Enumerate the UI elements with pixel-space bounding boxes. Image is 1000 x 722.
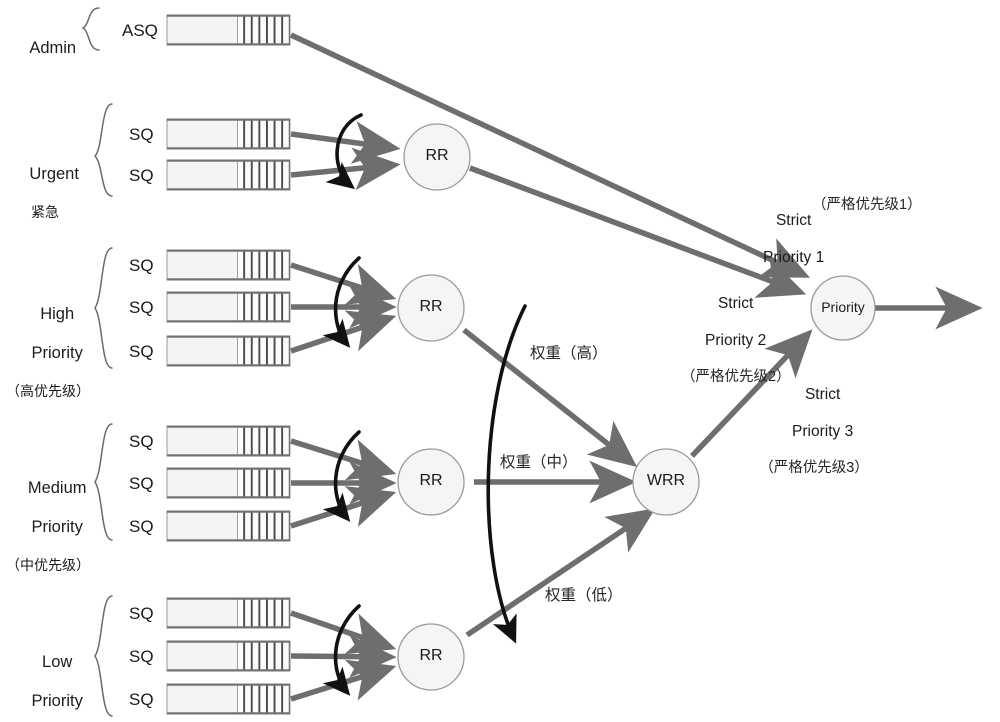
- queue-label-low-3: SQ: [129, 690, 154, 709]
- brace-admin: [81, 7, 100, 51]
- queue-medium-2: [166, 467, 291, 499]
- queue-urgent-1: [166, 118, 291, 150]
- queue-label-medium-2: SQ: [129, 474, 154, 493]
- queue-high-3: [166, 335, 291, 367]
- queue-medium-3: [166, 510, 291, 542]
- queue-low-1: [166, 597, 291, 629]
- brace-high: [94, 247, 113, 369]
- round-robin-curves: [322, 113, 527, 696]
- queue-label-low-2: SQ: [129, 647, 154, 666]
- group-label-low-en1: Low: [42, 653, 73, 672]
- node-label-priority: Priority: [821, 299, 865, 315]
- group-label-low-en2: Priority: [31, 692, 83, 711]
- group-label-admin-en: Admin: [29, 39, 77, 58]
- group-label-medium-en2: Priority: [31, 518, 83, 537]
- group-label-urgent: Urgent 紧急: [4, 146, 86, 260]
- diagram-canvas: Admin Urgent 紧急 High Priority （高优先级） Med…: [0, 0, 1000, 722]
- strict-priority-1-line2: Priority 1: [763, 248, 825, 266]
- queue-label-high-1: SQ: [129, 256, 154, 275]
- group-label-medium-cn: （中优先级）: [6, 557, 90, 574]
- strict-priority-2-line2: Priority 2: [705, 331, 767, 349]
- group-label-high-cn: （高优先级）: [6, 383, 90, 400]
- queue-label-high-2: SQ: [129, 298, 154, 317]
- edge-label-weight-medium: 权重（中）: [500, 454, 578, 471]
- queue-low-2: [166, 640, 291, 672]
- queue-label-low-1: SQ: [129, 604, 154, 623]
- node-label-rr-urgent: RR: [425, 147, 449, 164]
- group-label-high-en2: Priority: [31, 344, 83, 363]
- brace-medium: [94, 423, 113, 541]
- edge-label-weight-high: 权重（高）: [530, 345, 608, 362]
- queue-label-medium-3: SQ: [129, 517, 154, 536]
- edge-urgent1-to-rr: [290, 121, 401, 164]
- queue-label-urgent-1: SQ: [129, 125, 154, 144]
- group-label-high: High Priority （高优先级）: [0, 286, 96, 439]
- group-label-medium: Medium Priority （中优先级）: [0, 460, 96, 613]
- queue-high-2: [166, 291, 291, 323]
- rr-curve-urgent: [325, 113, 363, 190]
- group-label-urgent-en: Urgent: [29, 165, 79, 184]
- node-label-rr-low: RR: [419, 647, 443, 664]
- group-label-urgent-cn: 紧急: [31, 204, 59, 221]
- group-label-high-en1: High: [40, 305, 75, 324]
- queue-urgent-2: [166, 159, 291, 191]
- queue-label-asq: ASQ: [122, 21, 158, 40]
- node-label-wrr: WRR: [646, 472, 686, 489]
- queue-asq: [166, 14, 291, 46]
- brace-urgent: [93, 103, 113, 197]
- strict-priority-2-line1: Strict: [717, 294, 754, 312]
- edge-label-strict-priority-1-cn: （严格优先级1）: [812, 197, 922, 213]
- group-label-medium-en1: Medium: [27, 479, 87, 498]
- strict-priority-3-cn: （严格优先级3）: [759, 459, 869, 476]
- edge-label-weight-low: 权重（低）: [545, 587, 623, 604]
- edge-low2-to-rr: [290, 635, 397, 679]
- queue-medium-1: [166, 425, 291, 457]
- node-label-rr-medium: RR: [419, 472, 443, 489]
- brace-low: [94, 595, 113, 717]
- group-label-admin: Admin: [6, 20, 82, 78]
- strict-priority-1-line1: Strict: [775, 211, 812, 229]
- edge-label-strict-priority-3: Strict Priority 3 （严格优先级3）: [759, 367, 869, 515]
- queue-high-1: [166, 249, 291, 281]
- queue-label-urgent-2: SQ: [129, 166, 154, 185]
- connector-arrows: [289, 32, 983, 702]
- node-label-rr-high: RR: [419, 298, 443, 315]
- queue-label-high-3: SQ: [129, 342, 154, 361]
- edge-asq-to-priority: [289, 32, 810, 278]
- queue-label-medium-1: SQ: [129, 432, 154, 451]
- group-label-low: Low Priority （低优先级）: [0, 634, 96, 722]
- strict-priority-3-line1: Strict: [804, 385, 841, 403]
- queue-low-3: [166, 683, 291, 715]
- strict-priority-3-line2: Priority 3: [792, 422, 854, 440]
- queue-shapes: [166, 14, 291, 715]
